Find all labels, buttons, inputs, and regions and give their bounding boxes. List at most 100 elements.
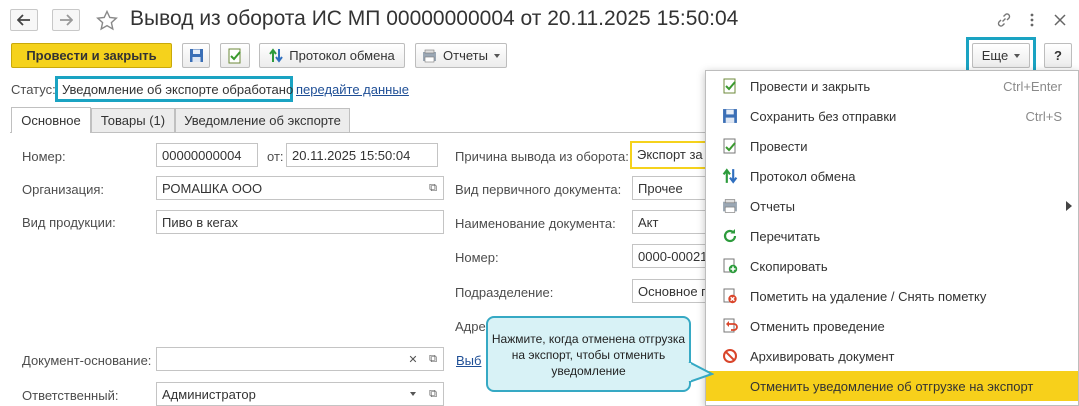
window-title: Вывод из оборота ИС МП 00000000004 от 20… [130,7,739,30]
menu-item-label: Перечитать [750,228,821,244]
chevron-right-icon [1066,201,1072,211]
copy-icon [723,258,738,274]
doc-name-label: Наименование документа: [455,216,616,231]
reports-icon [423,49,437,62]
menu-item-label: Архивировать документ [750,348,895,364]
save-icon [723,109,737,123]
menu-item-label: Отменить проведение [750,318,885,334]
responsible-value: Администратор [162,387,256,402]
tooltip-pointer [688,361,714,383]
tab-goods[interactable]: Товары (1) [91,108,175,132]
menu-item-undo-post[interactable]: Отменить проведение [706,311,1078,341]
menu-item-copy[interactable]: Скопировать [706,251,1078,281]
undo-post-icon [723,318,738,333]
exchange-log-button[interactable]: Протокол обмена [259,43,405,68]
post-and-close-label: Провести и закрыть [26,48,157,63]
primary-doc-type-label: Вид первичного документа: [455,182,622,197]
save-button[interactable] [182,43,210,68]
chevron-down-icon [493,53,500,58]
doc-number-label: Номер: [455,250,499,265]
exchange-icon [269,48,284,63]
responsible-input[interactable]: Администратор ⧉ [156,382,444,406]
menu-item-post-and-close[interactable]: Провести и закрыть Ctrl+Enter [706,71,1078,101]
exchange-log-label: Протокол обмена [289,48,395,63]
tabs-divider [10,132,710,133]
reason-label: Причина вывода из оборота: [455,149,629,164]
post-button[interactable] [220,43,250,68]
kebab-menu-icon[interactable] [1029,12,1035,28]
menu-item-archive[interactable]: Архивировать документ [706,341,1078,371]
close-icon[interactable] [1053,13,1067,27]
status-value: Уведомление об экспорте обработано [62,82,294,97]
tab-export-notice[interactable]: Уведомление об экспорте [175,108,350,132]
department-label: Подразделение: [455,285,554,300]
menu-item-exchange-log[interactable]: Протокол обмена [706,161,1078,191]
number-input[interactable]: 00000000004 [156,143,258,167]
arrow-right-icon [60,14,73,26]
menu-item-reload[interactable]: Перечитать [706,221,1078,251]
responsible-label: Ответственный: [22,388,119,403]
open-form-icon[interactable]: ⧉ [423,348,443,370]
forward-button[interactable] [52,9,80,31]
help-button[interactable]: ? [1044,43,1072,68]
menu-item-save-without-sending[interactable]: Сохранить без отправки Ctrl+S [706,101,1078,131]
organization-input[interactable]: РОМАШКА ООО ⧉ [156,176,444,200]
menu-item-shortcut: Ctrl+Enter [1003,78,1062,94]
post-doc-icon [228,48,241,63]
menu-item-label: Отчеты [750,198,795,214]
status-label: Статус: [11,82,56,97]
star-icon[interactable] [96,10,118,31]
reports-icon [723,199,737,213]
menu-item-reports[interactable]: Отчеты [706,191,1078,221]
save-icon [189,49,203,62]
open-form-icon[interactable]: ⧉ [423,177,443,199]
date-input[interactable]: 20.11.2025 15:50:04 [286,143,438,167]
menu-item-label: Протокол обмена [750,168,856,184]
delete-mark-icon [723,288,737,304]
menu-item-mark-delete[interactable]: Пометить на удаление / Снять пометку [706,281,1078,311]
date-label: от: [267,149,284,164]
tooltip-text: Нажмите, когда отменена отгрузка на эксп… [491,332,686,378]
clear-icon[interactable]: ✕ [403,348,423,370]
link-icon[interactable] [996,12,1012,28]
reload-icon [723,229,737,243]
dropdown-icon[interactable] [403,383,423,405]
arrow-left-icon [17,14,30,26]
help-label: ? [1054,48,1062,63]
menu-item-label: Пометить на удаление / Снять пометку [750,288,987,304]
archive-icon [723,349,737,363]
more-label: Еще [981,48,1009,63]
post-icon [723,138,736,154]
menu-item-label: Скопировать [750,258,828,274]
menu-item-shortcut: Ctrl+S [1025,108,1062,124]
basis-document-label: Документ-основание: [22,353,152,368]
menu-item-label: Провести и закрыть [750,78,871,94]
status-value-box: Уведомление об экспорте обработано [55,76,293,102]
menu-item-label: Провести [750,138,808,154]
menu-item-label: Сохранить без отправки [750,108,897,124]
post-close-icon [723,78,736,94]
more-button[interactable]: Еще [972,43,1030,68]
tab-main[interactable]: Основное [11,107,91,133]
product-type-label: Вид продукции: [22,215,116,230]
transfer-data-link[interactable]: передайте данные [296,82,409,97]
organization-value: РОМАШКА ООО [162,181,263,196]
reports-button[interactable]: Отчеты [415,43,507,68]
chevron-down-icon [1014,53,1021,58]
organization-label: Организация: [22,182,105,197]
basis-document-input[interactable]: ✕ ⧉ [156,347,444,371]
open-form-icon[interactable]: ⧉ [423,383,443,405]
back-button[interactable] [10,9,38,31]
exchange-icon [722,168,738,184]
hint-tooltip: Нажмите, когда отменена отгрузка на эксп… [486,316,691,392]
choose-link[interactable]: Выб [456,353,481,368]
menu-item-cancel-export-notice[interactable]: Отменить уведомление об отгрузке на эксп… [706,371,1078,401]
reports-label: Отчеты [443,48,488,63]
address-label: Адре [455,319,486,334]
menu-item-post[interactable]: Провести [706,131,1078,161]
number-label: Номер: [22,149,66,164]
more-actions-menu: Провести и закрыть Ctrl+Enter Сохранить … [705,70,1079,406]
post-and-close-button[interactable]: Провести и закрыть [11,43,172,68]
product-type-input[interactable]: Пиво в кегах [156,210,444,234]
menu-item-label: Отменить уведомление об отгрузке на эксп… [750,378,1034,394]
